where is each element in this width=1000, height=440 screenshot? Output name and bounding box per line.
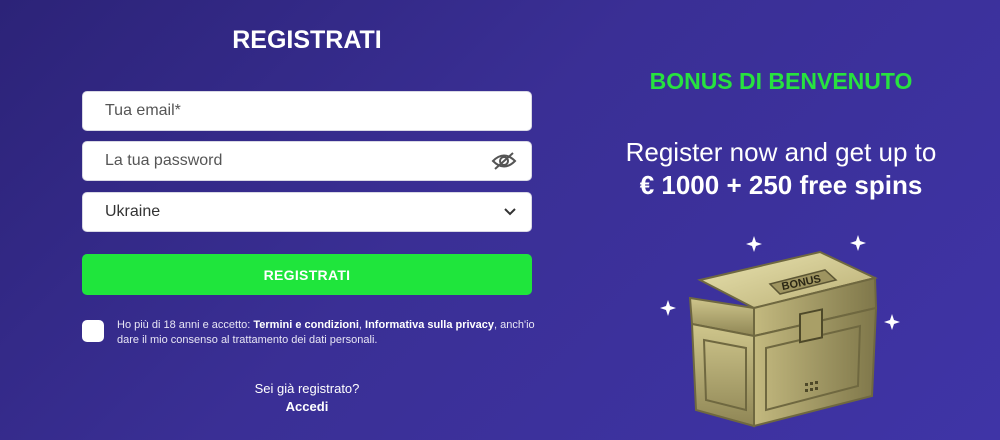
consent-checkbox[interactable]: [82, 320, 104, 342]
login-link[interactable]: Accedi: [82, 399, 532, 414]
form-title: REGISTRATI: [232, 26, 382, 54]
chevron-down-icon: [503, 207, 517, 217]
consent-text: Ho più di 18 anni e accetto: Termini e c…: [117, 318, 537, 348]
bonus-subtitle: Register now and get up to: [625, 137, 937, 167]
password-field[interactable]: [82, 141, 532, 181]
password-input[interactable]: [105, 142, 491, 180]
country-select[interactable]: Ukraine: [82, 192, 532, 232]
register-button[interactable]: REGISTRATI: [82, 254, 532, 295]
consent-text-part1: Ho più di 18 anni e accetto:: [117, 319, 254, 331]
bonus-amount: € 1000 + 250 free spins: [639, 170, 923, 200]
already-registered-text: Sei già registrato?: [254, 381, 360, 396]
bonus-title: BONUS DI BENVENUTO: [649, 68, 913, 94]
email-input[interactable]: [105, 92, 517, 130]
email-field[interactable]: [82, 91, 532, 131]
bonus-chest-image: BONUS: [660, 235, 900, 428]
privacy-link[interactable]: Informativa sulla privacy: [365, 319, 494, 331]
eye-slash-icon[interactable]: [491, 151, 517, 171]
country-value: Ukraine: [105, 203, 161, 220]
terms-link[interactable]: Termini e condizioni: [253, 319, 359, 331]
